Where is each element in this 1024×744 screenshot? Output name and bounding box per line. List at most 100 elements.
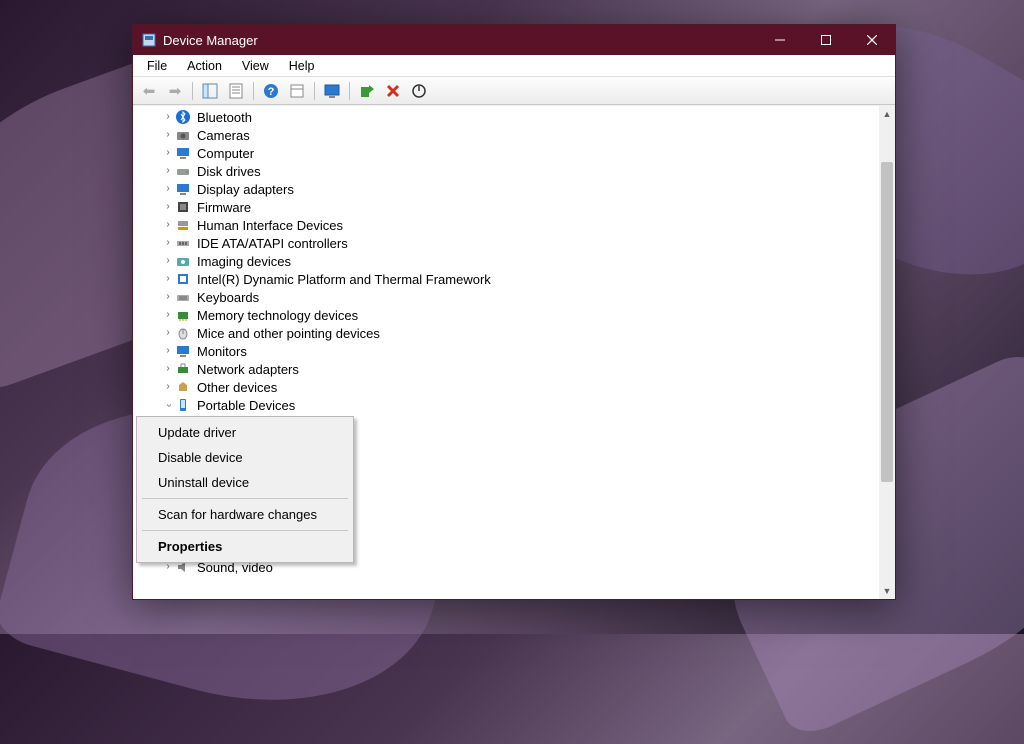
- expander-icon[interactable]: ›: [161, 562, 175, 573]
- expander-icon[interactable]: ›: [161, 184, 175, 195]
- tree-node-imaging[interactable]: ›Imaging devices: [141, 252, 879, 270]
- keyboard-icon: [175, 289, 191, 305]
- window-title: Device Manager: [163, 33, 757, 48]
- context-scan-hardware[interactable]: Scan for hardware changes: [140, 502, 350, 527]
- intel-icon: [175, 271, 191, 287]
- arrow-right-icon: ➡: [169, 82, 182, 100]
- help-icon: ?: [263, 83, 279, 99]
- scroll-up-icon[interactable]: ▲: [879, 106, 895, 122]
- tree-node-monitors[interactable]: ›Monitors: [141, 342, 879, 360]
- tree-node-ide[interactable]: ›IDE ATA/ATAPI controllers: [141, 234, 879, 252]
- toolbar-separator: [253, 82, 254, 100]
- expander-icon[interactable]: ›: [163, 398, 174, 412]
- toolbar-separator: [314, 82, 315, 100]
- svg-text:?: ?: [268, 86, 275, 98]
- tree-node-other[interactable]: ›Other devices: [141, 378, 879, 396]
- toolbar-separator: [192, 82, 193, 100]
- scan-hardware-button[interactable]: [320, 80, 344, 102]
- tree-node-display-adapters[interactable]: ›Display adapters: [141, 180, 879, 198]
- titlebar[interactable]: Device Manager: [133, 25, 895, 55]
- action-button[interactable]: [285, 80, 309, 102]
- arrow-left-icon: ⬅: [143, 82, 156, 100]
- memory-icon: [175, 307, 191, 323]
- app-icon: [141, 32, 157, 48]
- ide-icon: [175, 235, 191, 251]
- minimize-button[interactable]: [757, 25, 803, 55]
- firmware-icon: [175, 199, 191, 215]
- expander-icon[interactable]: ›: [161, 382, 175, 393]
- tree-node-keyboards[interactable]: ›Keyboards: [141, 288, 879, 306]
- expander-icon[interactable]: ›: [161, 346, 175, 357]
- close-button[interactable]: [849, 25, 895, 55]
- context-separator: [142, 498, 348, 499]
- update-driver-button[interactable]: [355, 80, 379, 102]
- expander-icon[interactable]: ›: [161, 202, 175, 213]
- monitor-scan-icon: [324, 83, 340, 99]
- tree-node-disk-drives[interactable]: ›Disk drives: [141, 162, 879, 180]
- menubar: File Action View Help: [133, 55, 895, 77]
- scroll-track[interactable]: [879, 122, 895, 583]
- expander-icon[interactable]: ›: [161, 292, 175, 303]
- expander-icon[interactable]: ›: [161, 238, 175, 249]
- tree-node-cameras[interactable]: ›Cameras: [141, 126, 879, 144]
- uninstall-button[interactable]: [381, 80, 405, 102]
- forward-button[interactable]: ➡: [163, 80, 187, 102]
- context-update-driver[interactable]: Update driver: [140, 420, 350, 445]
- menu-help[interactable]: Help: [279, 57, 325, 75]
- tree-node-memtech[interactable]: ›Memory technology devices: [141, 306, 879, 324]
- update-driver-icon: [359, 83, 375, 99]
- tree-node-hid[interactable]: ›Human Interface Devices: [141, 216, 879, 234]
- show-hide-tree-button[interactable]: [198, 80, 222, 102]
- context-menu: Update driver Disable device Uninstall d…: [136, 416, 354, 563]
- context-properties[interactable]: Properties: [140, 534, 350, 559]
- expander-icon[interactable]: ›: [161, 310, 175, 321]
- scroll-thumb[interactable]: [881, 162, 893, 482]
- tree-node-mice[interactable]: ›Mice and other pointing devices: [141, 324, 879, 342]
- tree-node-portable[interactable]: ›Portable Devices: [141, 396, 879, 414]
- camera-icon: [175, 127, 191, 143]
- expander-icon[interactable]: ›: [161, 130, 175, 141]
- uninstall-icon: [385, 83, 401, 99]
- context-uninstall-device[interactable]: Uninstall device: [140, 470, 350, 495]
- maximize-button[interactable]: [803, 25, 849, 55]
- menu-file[interactable]: File: [137, 57, 177, 75]
- vertical-scrollbar[interactable]: ▲ ▼: [879, 106, 895, 599]
- expander-icon[interactable]: ›: [161, 112, 175, 123]
- expander-icon[interactable]: ›: [161, 256, 175, 267]
- expander-icon[interactable]: ›: [161, 274, 175, 285]
- hid-icon: [175, 217, 191, 233]
- network-icon: [175, 361, 191, 377]
- expander-icon[interactable]: ›: [161, 166, 175, 177]
- menu-view[interactable]: View: [232, 57, 279, 75]
- disable-icon: [411, 83, 427, 99]
- properties-icon: [228, 83, 244, 99]
- tree-panel-icon: [202, 83, 218, 99]
- tree-node-network[interactable]: ›Network adapters: [141, 360, 879, 378]
- disk-icon: [175, 163, 191, 179]
- other-icon: [175, 379, 191, 395]
- scroll-down-icon[interactable]: ▼: [879, 583, 895, 599]
- expander-icon[interactable]: ›: [161, 220, 175, 231]
- context-disable-device[interactable]: Disable device: [140, 445, 350, 470]
- toolbar-separator: [349, 82, 350, 100]
- imaging-icon: [175, 253, 191, 269]
- toolbar: ⬅ ➡ ?: [133, 77, 895, 105]
- display-icon: [175, 181, 191, 197]
- context-separator: [142, 530, 348, 531]
- help-button[interactable]: ?: [259, 80, 283, 102]
- back-button[interactable]: ⬅: [137, 80, 161, 102]
- properties-button[interactable]: [224, 80, 248, 102]
- bluetooth-icon: [175, 109, 191, 125]
- tree-node-computer[interactable]: ›Computer: [141, 144, 879, 162]
- expander-icon[interactable]: ›: [161, 328, 175, 339]
- portable-icon: [175, 397, 191, 413]
- expander-icon[interactable]: ›: [161, 364, 175, 375]
- tree-node-bluetooth[interactable]: ›Bluetooth: [141, 108, 879, 126]
- tree-node-firmware[interactable]: ›Firmware: [141, 198, 879, 216]
- computer-icon: [175, 145, 191, 161]
- tree-node-intel-dptf[interactable]: ›Intel(R) Dynamic Platform and Thermal F…: [141, 270, 879, 288]
- mouse-icon: [175, 325, 191, 341]
- menu-action[interactable]: Action: [177, 57, 232, 75]
- expander-icon[interactable]: ›: [161, 148, 175, 159]
- disable-button[interactable]: [407, 80, 431, 102]
